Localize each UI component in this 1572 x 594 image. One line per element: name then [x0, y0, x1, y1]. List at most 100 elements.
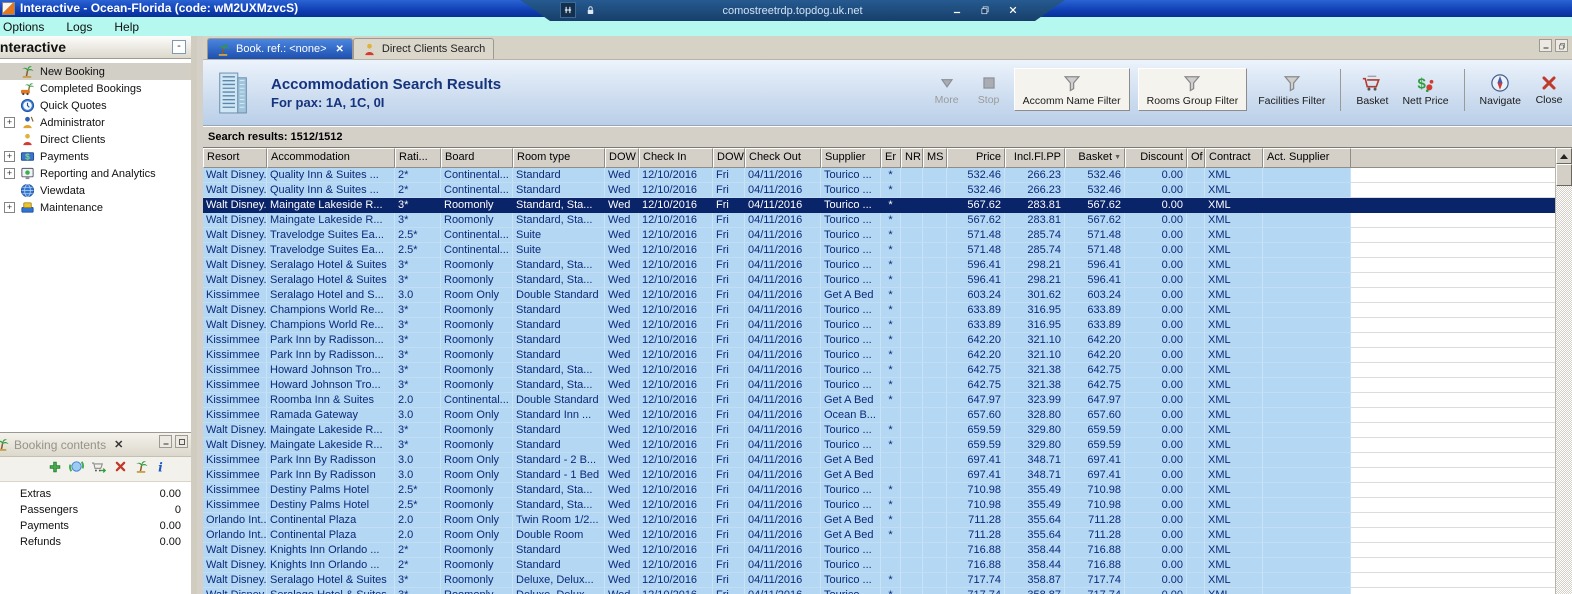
- column-header-check-in[interactable]: Check In: [639, 148, 713, 168]
- navigate-button[interactable]: Navigate: [1477, 71, 1524, 109]
- vertical-scrollbar[interactable]: [1555, 148, 1572, 594]
- mdi-restore-button[interactable]: [1555, 39, 1568, 52]
- column-header-dow[interactable]: DOW: [605, 148, 639, 168]
- booking-toolbar-cart-go-button[interactable]: [91, 460, 107, 479]
- column-header-discount[interactable]: Discount: [1125, 148, 1187, 168]
- sidebar-item-quick-quotes[interactable]: Quick Quotes: [0, 97, 191, 114]
- menu-item-logs[interactable]: Logs: [55, 18, 103, 36]
- sidebar-item-completed-bookings[interactable]: Completed Bookings: [0, 80, 191, 97]
- close-button[interactable]: Close: [1532, 72, 1566, 108]
- booking-panel-maximize-button[interactable]: [175, 435, 188, 448]
- menu-item-help[interactable]: Help: [103, 18, 150, 36]
- mdi-minimize-button[interactable]: [1539, 39, 1552, 52]
- expand-plus-icon[interactable]: +: [4, 202, 15, 213]
- sidebar-item-direct-clients[interactable]: Direct Clients: [0, 131, 191, 148]
- facilities-filter-button[interactable]: Facilities Filter: [1255, 71, 1328, 109]
- accomm-name-filter-button[interactable]: Accomm Name Filter: [1013, 68, 1130, 111]
- tab-close-icon[interactable]: ✕: [336, 44, 344, 55]
- column-header-resort[interactable]: Resort: [203, 148, 267, 168]
- column-header-nr[interactable]: NR: [901, 148, 923, 168]
- table-row[interactable]: Kissimmee Roomba Inn & Suites 2.0 Continent…: [203, 393, 1555, 408]
- column-header-of[interactable]: Of: [1187, 148, 1205, 168]
- table-row[interactable]: Walt Disney... Maingate Lakeside R... 3* Ro…: [203, 213, 1555, 228]
- rooms-group-filter-button[interactable]: Rooms Group Filter: [1137, 68, 1248, 111]
- column-header-er[interactable]: Er: [881, 148, 901, 168]
- scrollbar-thumb[interactable]: [1556, 164, 1572, 186]
- cell-supplier: Tourico ...: [821, 363, 881, 378]
- sidebar-item-new-booking[interactable]: New Booking: [0, 63, 191, 80]
- cell-room-type: Standard, Sta...: [513, 198, 605, 213]
- column-header-ms[interactable]: MS: [923, 148, 947, 168]
- table-row[interactable]: Walt Disney...Seralago Hotel & Suites3*R…: [203, 573, 1555, 588]
- column-header-price[interactable]: Price: [947, 148, 1005, 168]
- expand-plus-icon[interactable]: +: [4, 117, 15, 128]
- booking-panel-titlebar[interactable]: Booking contents ✕: [0, 433, 191, 457]
- booking-toolbar-delete-button[interactable]: [114, 460, 127, 478]
- cell-act-supplier: [1263, 258, 1351, 273]
- table-row[interactable]: Kissimmee Park Inn by Radisson... 3* Roomon…: [203, 333, 1555, 348]
- rdp-close-button[interactable]: [1005, 2, 1021, 18]
- table-row[interactable]: Kissimmee Seralago Hotel and S... 3.0 Room …: [203, 288, 1555, 303]
- table-row[interactable]: Kissimmee Park Inn by Radisson... 3* Roomon…: [203, 348, 1555, 363]
- column-header-accommodation[interactable]: Accommodation: [267, 148, 395, 168]
- table-row[interactable]: Orlando Int... Continental Plaza 2.0 Room O…: [203, 528, 1555, 543]
- booking-toolbar-info-button[interactable]: i: [156, 460, 165, 479]
- column-header-room-type[interactable]: Room type: [513, 148, 605, 168]
- sidebar-item-payments[interactable]: + $ Payments: [0, 148, 191, 165]
- table-row[interactable]: Walt Disney... Champions World Re... 3* Roo…: [203, 318, 1555, 333]
- expand-plus-icon[interactable]: +: [4, 168, 15, 179]
- table-row[interactable]: Kissimmee Howard Johnson Tro... 3* Roomonly…: [203, 378, 1555, 393]
- sidebar-item-maintenance[interactable]: + Maintenance: [0, 199, 191, 216]
- column-header-act-supplier[interactable]: Act. Supplier: [1263, 148, 1351, 168]
- rdp-restore-button[interactable]: [977, 2, 993, 18]
- table-row[interactable]: Kissimmee Ramada Gateway 3.0 Room Only Stand…: [203, 408, 1555, 423]
- table-row[interactable]: Walt Disney... Knights Inn Orlando ... 2* R…: [203, 558, 1555, 573]
- column-header-rati-[interactable]: Rati...: [395, 148, 441, 168]
- table-row[interactable]: Walt Disney...Seralago Hotel & Suites3*R…: [203, 273, 1555, 288]
- booking-toolbar-add-button[interactable]: [48, 460, 62, 479]
- menu-item-options[interactable]: Options: [0, 18, 55, 36]
- column-header-incl-fl-pp[interactable]: Incl.Fl.PP: [1005, 148, 1065, 168]
- table-row[interactable]: Walt Disney...Seralago Hotel & Suites3*R…: [203, 588, 1555, 594]
- table-row[interactable]: Kissimmee Destiny Palms Hotel 2.5* Roomonly…: [203, 498, 1555, 513]
- table-row[interactable]: Walt Disney... Travelodge Suites Ea... 2.5…: [203, 243, 1555, 258]
- sidebar-item-reporting-and-analytics[interactable]: + Reporting and Analytics: [0, 165, 191, 182]
- table-row[interactable]: Kissimmee Park Inn By Radisson 3.0 Room Onl…: [203, 468, 1555, 483]
- sidebar-collapse-button[interactable]: -: [172, 40, 186, 54]
- nett-price-button[interactable]: $ Nett Price: [1399, 71, 1451, 109]
- booking-panel-close-icon[interactable]: ✕: [114, 438, 123, 451]
- column-header-check-out[interactable]: Check Out: [745, 148, 821, 168]
- table-row[interactable]: Kissimmee Park Inn By Radisson 3.0 Room Onl…: [203, 453, 1555, 468]
- scrollbar-up-button[interactable]: [1556, 148, 1572, 164]
- table-row[interactable]: Walt Disney... Quality Inn & Suites ... 2*…: [203, 168, 1555, 183]
- column-header-supplier[interactable]: Supplier: [821, 148, 881, 168]
- table-row[interactable]: Walt Disney... Quality Inn & Suites ... 2*…: [203, 183, 1555, 198]
- table-row[interactable]: Walt Disney... Knights Inn Orlando ... 2* R…: [203, 543, 1555, 558]
- booking-panel-minimize-button[interactable]: [159, 435, 172, 448]
- table-row[interactable]: Walt Disney... Travelodge Suites Ea... 2.5…: [203, 228, 1555, 243]
- tab-book-ref-none-[interactable]: Book. ref.: <none> ✕: [207, 38, 353, 59]
- stop-button[interactable]: Stop: [972, 72, 1006, 108]
- table-row[interactable]: Walt Disney...Seralago Hotel & Suites3*R…: [203, 258, 1555, 273]
- booking-toolbar-refresh-button[interactable]: [69, 459, 84, 479]
- table-row[interactable]: Kissimmee Howard Johnson Tro... 3* Roomonly…: [203, 363, 1555, 378]
- table-row[interactable]: Kissimmee Destiny Palms Hotel 2.5* Roomonly…: [203, 483, 1555, 498]
- column-header-board[interactable]: Board: [441, 148, 513, 168]
- column-header-dow[interactable]: DOW: [713, 148, 745, 168]
- basket-button[interactable]: Basket: [1353, 71, 1391, 109]
- column-header-contract[interactable]: Contract: [1205, 148, 1263, 168]
- table-row[interactable]: Walt Disney... Maingate Lakeside R... 3* Ro…: [203, 423, 1555, 438]
- cell-check-in: 12/10/2016: [639, 168, 713, 183]
- booking-toolbar-palm-button[interactable]: [134, 459, 149, 479]
- sidebar-item-viewdata[interactable]: Viewdata: [0, 182, 191, 199]
- more-button[interactable]: More: [930, 72, 964, 108]
- tab-direct-clients-search[interactable]: Direct Clients Search: [352, 38, 495, 59]
- table-row[interactable]: Orlando Int... Continental Plaza 2.0 Room O…: [203, 513, 1555, 528]
- table-row[interactable]: Walt Disney... Maingate Lakeside R... 3* Ro…: [203, 198, 1555, 213]
- sidebar-item-administrator[interactable]: + Administrator: [0, 114, 191, 131]
- rdp-minimize-button[interactable]: [949, 2, 965, 18]
- expand-plus-icon[interactable]: +: [4, 151, 15, 162]
- column-header-basket[interactable]: Basket ▼: [1065, 148, 1125, 168]
- table-row[interactable]: Walt Disney... Maingate Lakeside R... 3* Ro…: [203, 438, 1555, 453]
- table-row[interactable]: Walt Disney... Champions World Re... 3* Roo…: [203, 303, 1555, 318]
